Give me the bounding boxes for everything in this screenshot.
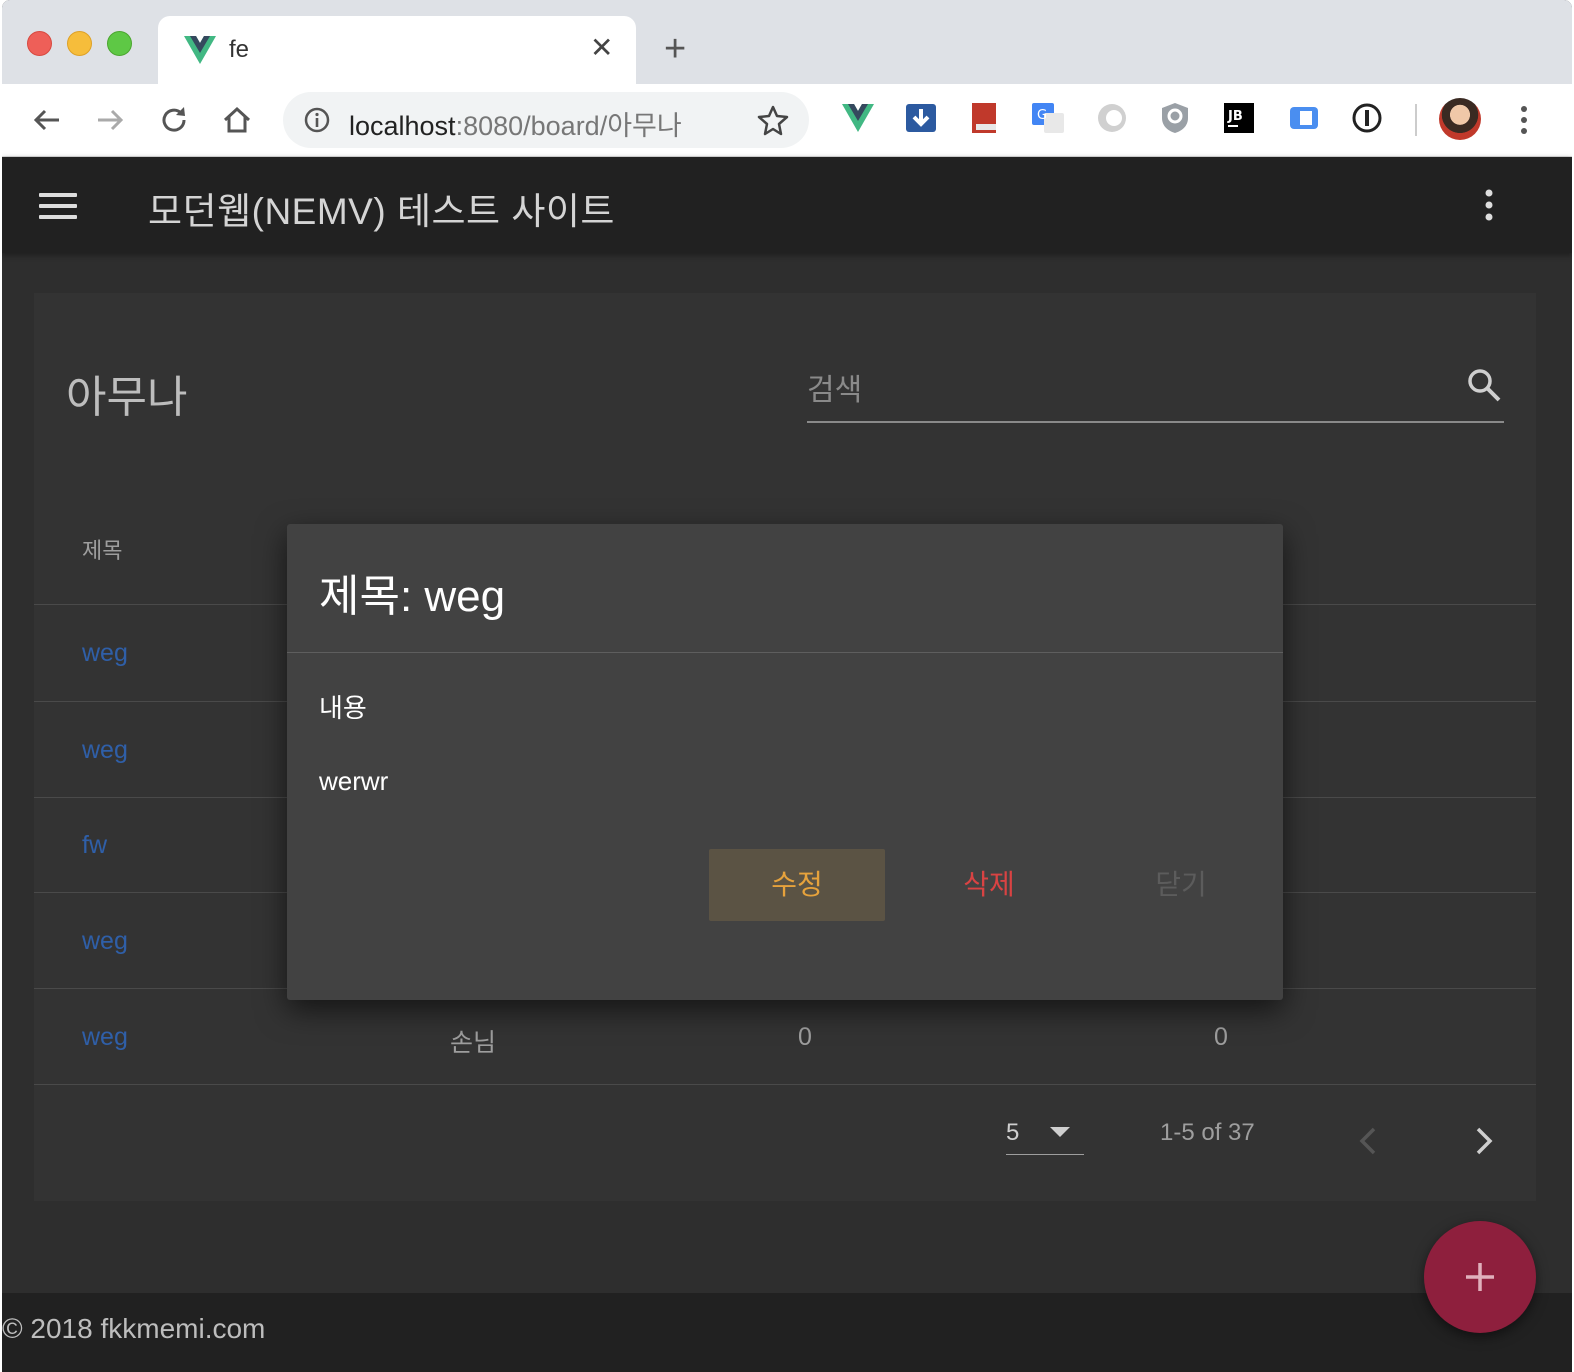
browser-menu-icon[interactable]	[1516, 102, 1532, 138]
table-cell-author: 손님	[450, 1029, 497, 1057]
app-title: 모던웹(NEMV) 테스트 사이트	[148, 191, 615, 232]
new-tab-button[interactable]: +	[664, 30, 686, 68]
tab-title: fe	[229, 36, 250, 63]
reload-icon[interactable]	[156, 102, 192, 138]
search-input[interactable]: 검색	[807, 361, 1504, 423]
jetbrains-extension-icon[interactable]: JB	[1221, 100, 1257, 136]
svg-text:JB: JB	[1227, 109, 1243, 124]
app-bar: 모던웹(NEMV) 테스트 사이트	[2, 157, 1572, 253]
menu-icon[interactable]	[39, 193, 77, 219]
tab-close-icon[interactable]: ✕	[590, 32, 613, 64]
browser-window: fe ✕ + localhost:8080/board/아무나 G JB 모던웹…	[2, 0, 1572, 1372]
footer: © 2018 fkkmemi.com	[2, 1293, 1572, 1372]
edit-button[interactable]: 수정	[709, 849, 885, 921]
vue-devtools-extension-icon[interactable]	[840, 100, 876, 136]
bracket-extension-icon[interactable]	[1286, 100, 1322, 136]
tab-bar: fe ✕ +	[2, 0, 1572, 84]
rows-per-page-select[interactable]: 5	[1006, 1113, 1084, 1155]
row-divider	[34, 1084, 1536, 1085]
table-cell-value: 0	[798, 1023, 812, 1051]
dialog-content-text: werwr	[319, 766, 389, 796]
more-vert-icon[interactable]	[1479, 187, 1499, 223]
pagination-range: 1-5 of 37	[1160, 1119, 1255, 1146]
table-row-title-link[interactable]: fw	[82, 831, 107, 860]
app-root: 모던웹(NEMV) 테스트 사이트 아무나 검색 제목 weg weg fw w…	[2, 157, 1572, 1372]
download-extension-icon[interactable]	[903, 100, 939, 136]
back-icon[interactable]	[29, 102, 65, 138]
close-button[interactable]: 닫기	[1093, 849, 1269, 921]
chevron-right-icon[interactable]	[1472, 1125, 1496, 1157]
profile-avatar[interactable]	[1439, 98, 1481, 140]
bookmark-star-icon[interactable]	[757, 104, 789, 136]
dialog-content-label: 내용	[319, 693, 367, 723]
svg-text:G: G	[1037, 108, 1047, 123]
toolbar-separator	[1415, 104, 1417, 136]
close-window-button[interactable]	[27, 31, 52, 56]
rows-per-page-value: 5	[1006, 1119, 1020, 1146]
shield-extension-icon[interactable]	[1157, 100, 1193, 136]
column-header-title[interactable]: 제목	[82, 533, 122, 565]
site-info-icon[interactable]	[303, 106, 331, 134]
search-placeholder: 검색	[807, 374, 863, 407]
dialog-divider	[287, 652, 1283, 653]
forward-icon[interactable]	[92, 102, 128, 138]
caret-down-icon	[1050, 1127, 1070, 1137]
browser-toolbar: localhost:8080/board/아무나 G JB	[2, 84, 1572, 157]
minimize-window-button[interactable]	[67, 31, 92, 56]
password-manager-extension-icon[interactable]	[1349, 100, 1385, 136]
circle-extension-icon[interactable]	[1094, 100, 1130, 136]
table-row-title-link[interactable]: weg	[82, 1023, 128, 1052]
chevron-left-icon[interactable]	[1356, 1125, 1380, 1157]
board-title: 아무나	[66, 373, 188, 422]
home-icon[interactable]	[219, 102, 255, 138]
table-row-title-link[interactable]: weg	[82, 927, 128, 956]
add-post-button[interactable]	[1424, 1221, 1536, 1333]
footer-copyright: © 2018 fkkmemi.com	[2, 1313, 266, 1344]
browser-tab[interactable]: fe ✕	[158, 16, 636, 84]
post-dialog: 제목: weg 내용 werwr 수정 삭제 닫기	[287, 524, 1283, 1000]
table-row-title-link[interactable]: weg	[82, 736, 128, 765]
table-cell-value: 0	[1214, 1023, 1228, 1051]
maximize-window-button[interactable]	[107, 31, 132, 56]
google-translate-extension-icon[interactable]: G	[1030, 100, 1066, 136]
plus-icon	[1466, 1263, 1494, 1291]
delete-button[interactable]: 삭제	[901, 849, 1077, 921]
vue-logo-icon	[184, 36, 216, 64]
table-row-title-link[interactable]: weg	[82, 639, 128, 668]
pdf-extension-icon[interactable]	[966, 100, 1002, 136]
address-bar[interactable]: localhost:8080/board/아무나	[283, 92, 809, 148]
search-icon[interactable]	[1466, 367, 1502, 403]
dialog-title: 제목: weg	[319, 572, 506, 621]
url-text: localhost:8080/board/아무나	[349, 111, 682, 141]
